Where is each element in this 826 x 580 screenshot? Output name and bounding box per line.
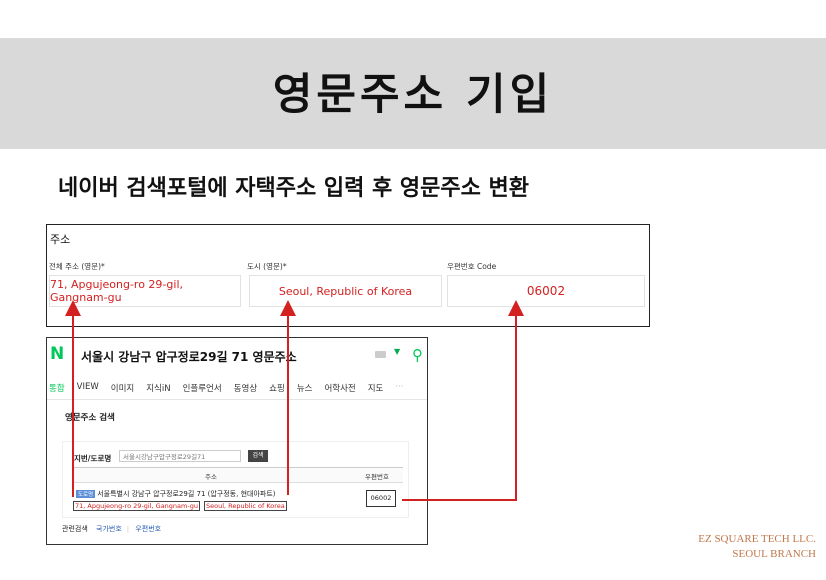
brand-line-2: SEOUL BRANCH [732, 548, 816, 560]
brand-line-1: EZ SQUARE TECH LLC. [698, 533, 816, 545]
brand-footer: EZ SQUARE TECH LLC. SEOUL BRANCH [698, 532, 816, 562]
annotation-arrows [65, 300, 524, 501]
arrow-zip [402, 300, 524, 501]
